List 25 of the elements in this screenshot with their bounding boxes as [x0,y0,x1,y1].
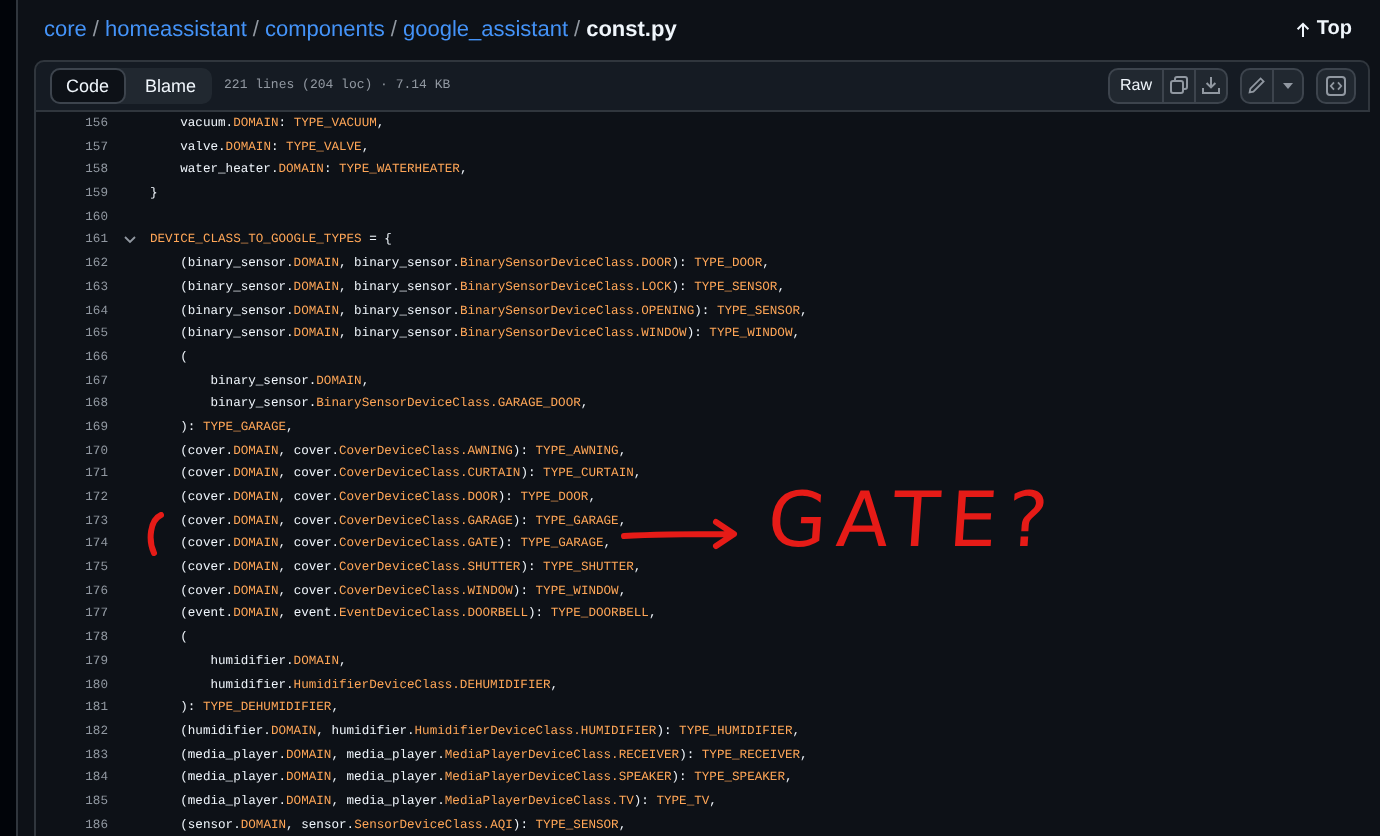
path-separator: / [92,17,99,42]
copy-button[interactable] [1162,69,1194,102]
path-separator: / [574,17,581,42]
breadcrumb-link[interactable]: components [264,17,385,42]
copy-icon [1170,76,1188,95]
chevron-down-icon[interactable] [123,235,135,244]
bracket-mark [146,511,164,556]
handwritten-note: GATE? [764,475,1061,564]
download-button[interactable] [1194,69,1226,102]
arrow-mark [620,517,740,550]
view-tab[interactable]: Code [50,67,126,104]
breadcrumb-link[interactable]: google_assistant [402,17,569,42]
arrow-up-icon [1296,21,1311,38]
file-name: const.py [586,17,677,42]
pencil-icon [1248,76,1266,95]
breadcrumb-link[interactable]: core [44,17,87,42]
code-panel-icon [1326,75,1346,96]
view-tab[interactable]: Blame [129,67,213,104]
download-icon [1202,76,1220,95]
breadcrumb-link[interactable]: homeassistant [104,17,247,42]
caret-icon [1282,81,1294,90]
path-separator: / [252,17,259,42]
symbols-button[interactable] [1316,67,1356,104]
top-link[interactable]: Top [1296,18,1352,41]
path-separator: / [390,17,397,42]
